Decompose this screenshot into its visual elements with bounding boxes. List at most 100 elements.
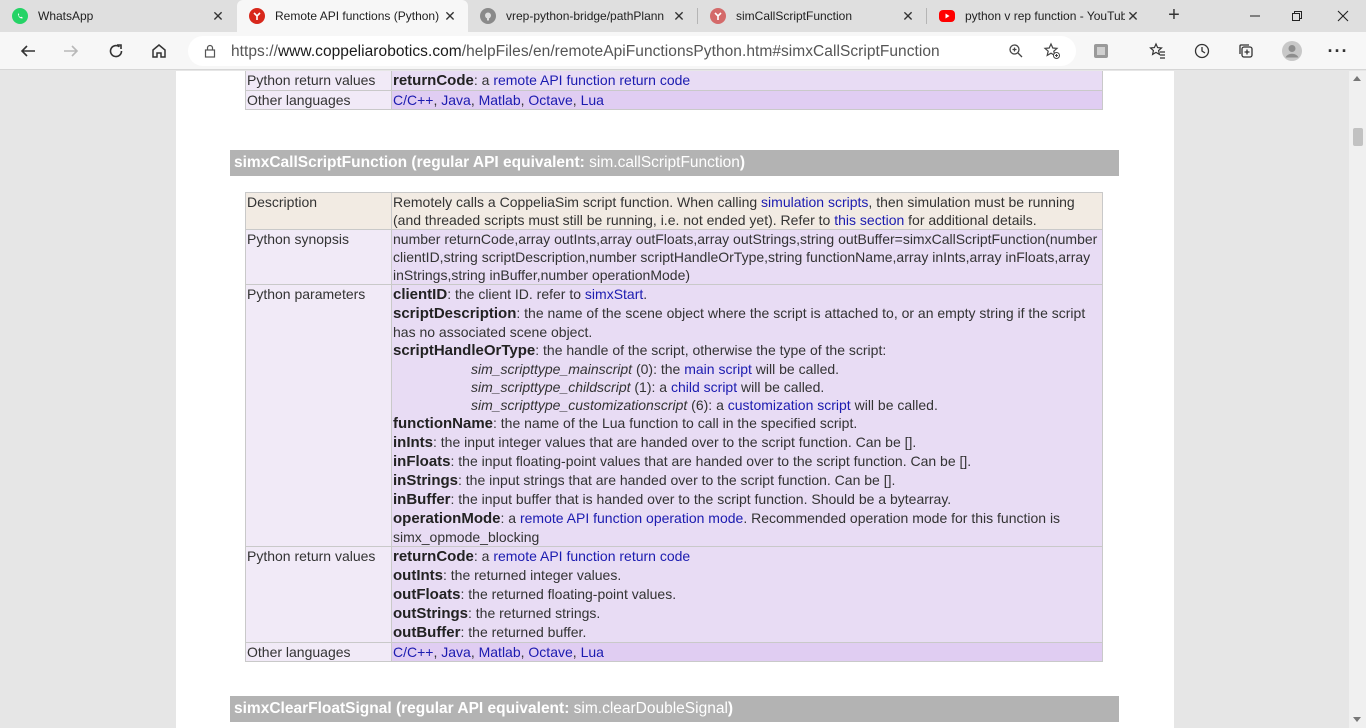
param-name: outStrings [393,605,468,622]
lang-link-octave[interactable]: Octave [528,92,572,108]
simxstart-link[interactable]: simxStart [585,286,643,302]
section-header: simxCallScriptFunction (regular API equi… [230,150,1119,176]
param-item: scriptHandleOrType: the handle of the sc… [393,341,1101,360]
param-text: : the input buffer that is handed over t… [450,491,952,507]
lang-link-java[interactable]: Java [441,92,471,108]
param-item: inInts: the input integer values that ar… [393,433,1101,452]
return-code-link[interactable]: remote API function return code [493,72,690,88]
lang-link-octave[interactable]: Octave [528,644,572,660]
table-row: Other languages C/C++, Java, Matlab, Oct… [245,642,1103,662]
operation-mode-link[interactable]: remote API function operation mode [520,510,743,526]
tab-youtube[interactable]: python v rep function - YouTub ✕ [927,0,1156,32]
desc-text: for additional details. [904,212,1037,228]
row-label: Python return values [245,546,392,643]
forward-button[interactable] [57,37,85,65]
api-equivalent-link[interactable]: sim.callScriptFunction [589,154,740,171]
row-label: Other languages [245,642,392,662]
lang-link-matlab[interactable]: Matlab [479,644,521,660]
script-type-item: sim_scripttype_customizationscript (6): … [393,396,1101,414]
scroll-thumb[interactable] [1353,128,1363,146]
url-text[interactable]: https://www.coppeliarobotics.com/helpFil… [231,43,940,61]
add-favorite-icon[interactable] [1042,41,1062,61]
param-name: scriptDescription [393,305,517,322]
table-row: Python return values returnCode: a remot… [245,546,1103,643]
table-row: Python synopsis number returnCode,array … [245,229,1103,285]
close-icon[interactable]: ✕ [1125,8,1141,25]
lang-link-java[interactable]: Java [441,644,471,660]
refresh-button[interactable] [102,37,130,65]
close-icon[interactable]: ✕ [442,8,458,25]
lang-link-lua[interactable]: Lua [581,644,604,660]
row-value: C/C++, Java, Matlab, Octave, Lua [391,90,1103,110]
param-name: inBuffer [393,491,451,508]
lang-link-lua[interactable]: Lua [581,92,604,108]
param-text: : the returned buffer. [460,624,587,640]
lang-link-c[interactable]: C/C++ [393,644,433,660]
customization-script-link[interactable]: customization script [728,397,851,413]
restore-button[interactable] [1274,0,1320,32]
youtube-icon [939,10,955,22]
tab-strip: WhatsApp ✕ Remote API functions (Python)… [0,0,1366,32]
collections-icon[interactable] [1232,37,1260,65]
return-code-link[interactable]: remote API function return code [493,548,690,564]
home-button[interactable] [145,37,173,65]
vertical-scrollbar[interactable] [1349,71,1366,728]
lock-icon[interactable] [200,41,220,61]
param-name: inFloats [393,453,451,470]
script-type-name: sim_scripttype_childscript [471,379,631,395]
new-tab-button[interactable]: + [1164,5,1184,26]
address-bar[interactable]: https://www.coppeliarobotics.com/helpFil… [188,36,1076,66]
row-value: clientID: the client ID. refer to simxSt… [391,284,1103,547]
favorites-icon[interactable] [1144,37,1172,65]
url-prefix: https:// [231,43,278,60]
minimize-button[interactable] [1232,0,1278,32]
profile-avatar[interactable] [1278,37,1306,65]
tab-whatsapp[interactable]: WhatsApp ✕ [0,0,236,32]
section-equiv-prefix: (regular API equivalent: [391,700,574,717]
row-label: Python return values [245,71,392,91]
help-page: Python return values returnCode: a remot… [176,71,1174,728]
tab-github[interactable]: vrep-python-bridge/pathPlann ✕ [468,0,697,32]
back-button[interactable] [14,37,42,65]
param-name: outBuffer [393,624,461,641]
api-equivalent-link[interactable]: sim.clearDoubleSignal [574,700,728,717]
zoom-icon[interactable] [1006,41,1026,61]
tab-remote-api[interactable]: Remote API functions (Python) ✕ [237,0,468,32]
param-item: inFloats: the input floating-point value… [393,452,1101,471]
param-text: : a [500,510,520,526]
more-menu-icon[interactable]: ··· [1324,37,1352,65]
scroll-down-arrow[interactable] [1353,717,1361,722]
row-value: returnCode: a remote API function return… [391,71,1103,91]
tab-title: simCallScriptFunction [736,9,853,23]
history-icon[interactable] [1188,37,1216,65]
scroll-up-arrow[interactable] [1353,76,1361,81]
param-name: functionName [393,415,494,432]
main-script-link[interactable]: main script [684,361,752,377]
return-item: outFloats: the returned floating-point v… [393,585,1101,604]
extension-icon[interactable] [1087,37,1115,65]
lang-link-matlab[interactable]: Matlab [479,92,521,108]
function-table: Description Remotely calls a CoppeliaSim… [245,192,1103,662]
param-text: : the input integer values that are hand… [433,434,917,450]
param-name: clientID [393,286,448,303]
param-text: . [643,286,648,302]
param-item: clientID: the client ID. refer to simxSt… [393,285,1101,304]
close-icon[interactable]: ✕ [210,8,226,25]
param-text: : the returned strings. [468,605,601,621]
this-section-link[interactable]: this section [834,212,904,228]
simulation-scripts-link[interactable]: simulation scripts [761,194,868,210]
close-window-button[interactable] [1320,0,1366,32]
param-name: operationMode [393,510,501,527]
tab-simcallscriptfunction[interactable]: simCallScriptFunction ✕ [698,0,926,32]
browser-toolbar: https://www.coppeliarobotics.com/helpFil… [0,32,1366,70]
desc-text: Remotely calls a CoppeliaSim script func… [393,194,762,210]
section-title: simxCallScriptFunction [234,154,408,171]
param-text: will be called. [737,379,825,395]
whatsapp-icon [12,8,28,24]
param-text: (6): a [687,397,728,413]
lang-link-c[interactable]: C/C++ [393,92,433,108]
close-icon[interactable]: ✕ [671,8,687,25]
param-text: : the client ID. refer to [447,286,585,302]
close-icon[interactable]: ✕ [900,8,916,25]
child-script-link[interactable]: child script [671,379,737,395]
